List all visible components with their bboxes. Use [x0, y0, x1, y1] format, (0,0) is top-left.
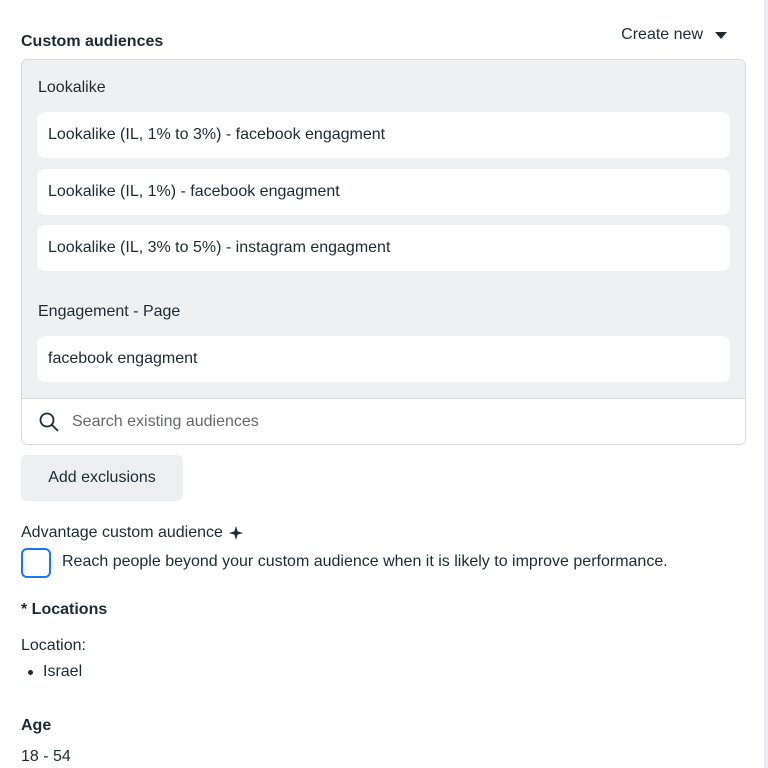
audience-item[interactable]: Lookalike (IL, 1% to 3%) - facebook enga…	[37, 112, 730, 158]
locations-title: * Locations	[21, 601, 108, 618]
age-value: 18 - 54	[21, 748, 71, 765]
location-name: Israel	[43, 663, 83, 680]
caret-down-icon	[715, 31, 727, 39]
bullet-icon	[28, 669, 33, 675]
advantage-custom-audience-label: Advantage custom audience	[21, 524, 243, 542]
create-new-label: Create new	[621, 26, 703, 43]
audience-search	[22, 398, 745, 444]
audience-list: Lookalike Lookalike (IL, 1% to 3%) - fac…	[22, 60, 745, 398]
search-input[interactable]	[72, 413, 672, 431]
location-item: Israel	[28, 663, 82, 681]
section-title: Custom audiences	[21, 33, 164, 50]
scrollbar-track[interactable]	[764, 0, 768, 768]
age-title: Age	[21, 717, 52, 734]
audience-item[interactable]: Lookalike (IL, 1%) - facebook engagment	[37, 169, 730, 215]
advantage-description: Reach people beyond your custom audience…	[62, 553, 668, 570]
location-label: Location:	[21, 637, 86, 654]
search-icon	[38, 411, 60, 433]
group-label-lookalike: Lookalike	[38, 79, 106, 96]
group-label-engagement-page: Engagement - Page	[38, 303, 181, 320]
sparkle-icon	[228, 526, 243, 540]
audience-item[interactable]: facebook engagment	[37, 336, 730, 382]
custom-audiences-header: Custom audiences Create new	[21, 24, 733, 54]
create-new-dropdown[interactable]: Create new	[621, 24, 733, 46]
audience-item[interactable]: Lookalike (IL, 3% to 5%) - instagram eng…	[37, 225, 730, 271]
custom-audiences-box: Lookalike Lookalike (IL, 1% to 3%) - fac…	[21, 59, 746, 445]
add-exclusions-button[interactable]: Add exclusions	[21, 455, 183, 501]
advantage-title: Advantage custom audience	[21, 524, 223, 541]
advantage-checkbox[interactable]	[21, 548, 51, 578]
